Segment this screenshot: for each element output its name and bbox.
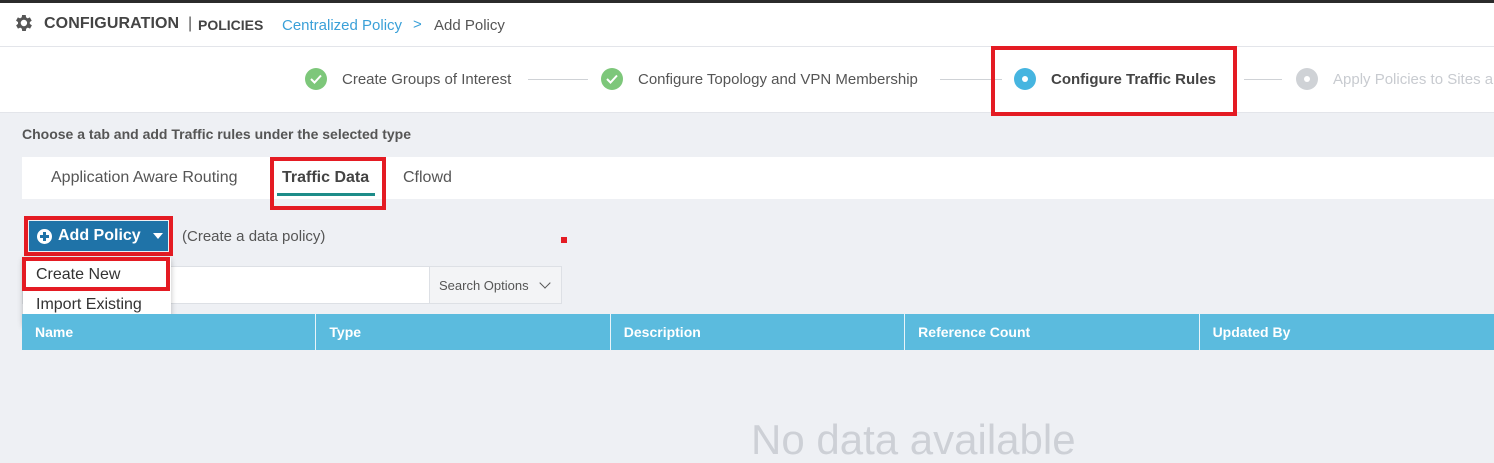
step-connector: [528, 79, 588, 80]
pending-step-icon: [1296, 68, 1318, 90]
check-icon: [305, 68, 327, 90]
tab-traffic-data[interactable]: Traffic Data: [282, 169, 369, 187]
column-header-updated-by[interactable]: Updated By: [1200, 314, 1494, 350]
search-options-button[interactable]: Search Options: [429, 267, 561, 303]
step-connector: [1244, 79, 1282, 80]
policy-type-tabs: Application Aware Routing Traffic Data C…: [22, 157, 1494, 199]
annotation-dot: [561, 237, 567, 243]
check-icon: [601, 68, 623, 90]
add-policy-hint: (Create a data policy): [182, 228, 326, 245]
step-create-groups[interactable]: Create Groups of Interest: [305, 67, 511, 91]
column-header-name[interactable]: Name: [22, 314, 317, 350]
menu-item-import-existing[interactable]: Import Existing: [36, 296, 142, 314]
table-header: Name Type Description Reference Count Up…: [22, 314, 1494, 350]
search-options-label: Search Options: [439, 277, 529, 293]
step-label: Configure Traffic Rules: [1051, 70, 1217, 88]
breadcrumb-separator: >: [413, 16, 422, 33]
empty-state-text: No data available: [751, 416, 1076, 463]
menu-item-create-new[interactable]: Create New: [36, 266, 120, 284]
breadcrumb-centralized-policy[interactable]: Centralized Policy: [282, 17, 402, 34]
step-apply-policies[interactable]: Apply Policies to Sites a: [1296, 67, 1493, 91]
caret-down-icon: [152, 233, 163, 239]
page-title: CONFIGURATION: [44, 15, 180, 32]
instruction-text: Choose a tab and add Traffic rules under…: [22, 126, 411, 142]
add-policy-label: Add Policy: [58, 227, 141, 244]
tab-cflowd[interactable]: Cflowd: [403, 169, 452, 187]
breadcrumb-current: Add Policy: [434, 17, 505, 34]
chevron-down-icon: [538, 277, 551, 289]
step-connector: [940, 79, 1002, 80]
wizard-stepper: Create Groups of Interest Configure Topo…: [0, 47, 1494, 113]
add-policy-button[interactable]: Add Policy: [29, 221, 168, 251]
step-label: Configure Topology and VPN Membership: [638, 70, 918, 88]
active-tab-indicator: [277, 193, 375, 196]
active-step-icon: [1014, 68, 1036, 90]
page-header: CONFIGURATION | POLICIES Centralized Pol…: [0, 3, 1494, 47]
tab-application-aware-routing[interactable]: Application Aware Routing: [51, 169, 238, 187]
step-configure-traffic-rules[interactable]: Configure Traffic Rules: [1014, 67, 1216, 91]
page-subtitle: POLICIES: [198, 17, 264, 33]
step-label: Create Groups of Interest: [342, 70, 512, 88]
title-separator: |: [188, 15, 193, 32]
gear-icon: [16, 15, 32, 31]
step-label: Apply Policies to Sites a: [1333, 70, 1494, 88]
column-header-reference-count[interactable]: Reference Count: [905, 314, 1200, 350]
step-configure-topology[interactable]: Configure Topology and VPN Membership: [601, 67, 918, 91]
search-input[interactable]: [173, 267, 428, 303]
column-header-type[interactable]: Type: [316, 314, 611, 350]
column-header-description[interactable]: Description: [611, 314, 906, 350]
plus-circle-icon: [37, 228, 52, 244]
